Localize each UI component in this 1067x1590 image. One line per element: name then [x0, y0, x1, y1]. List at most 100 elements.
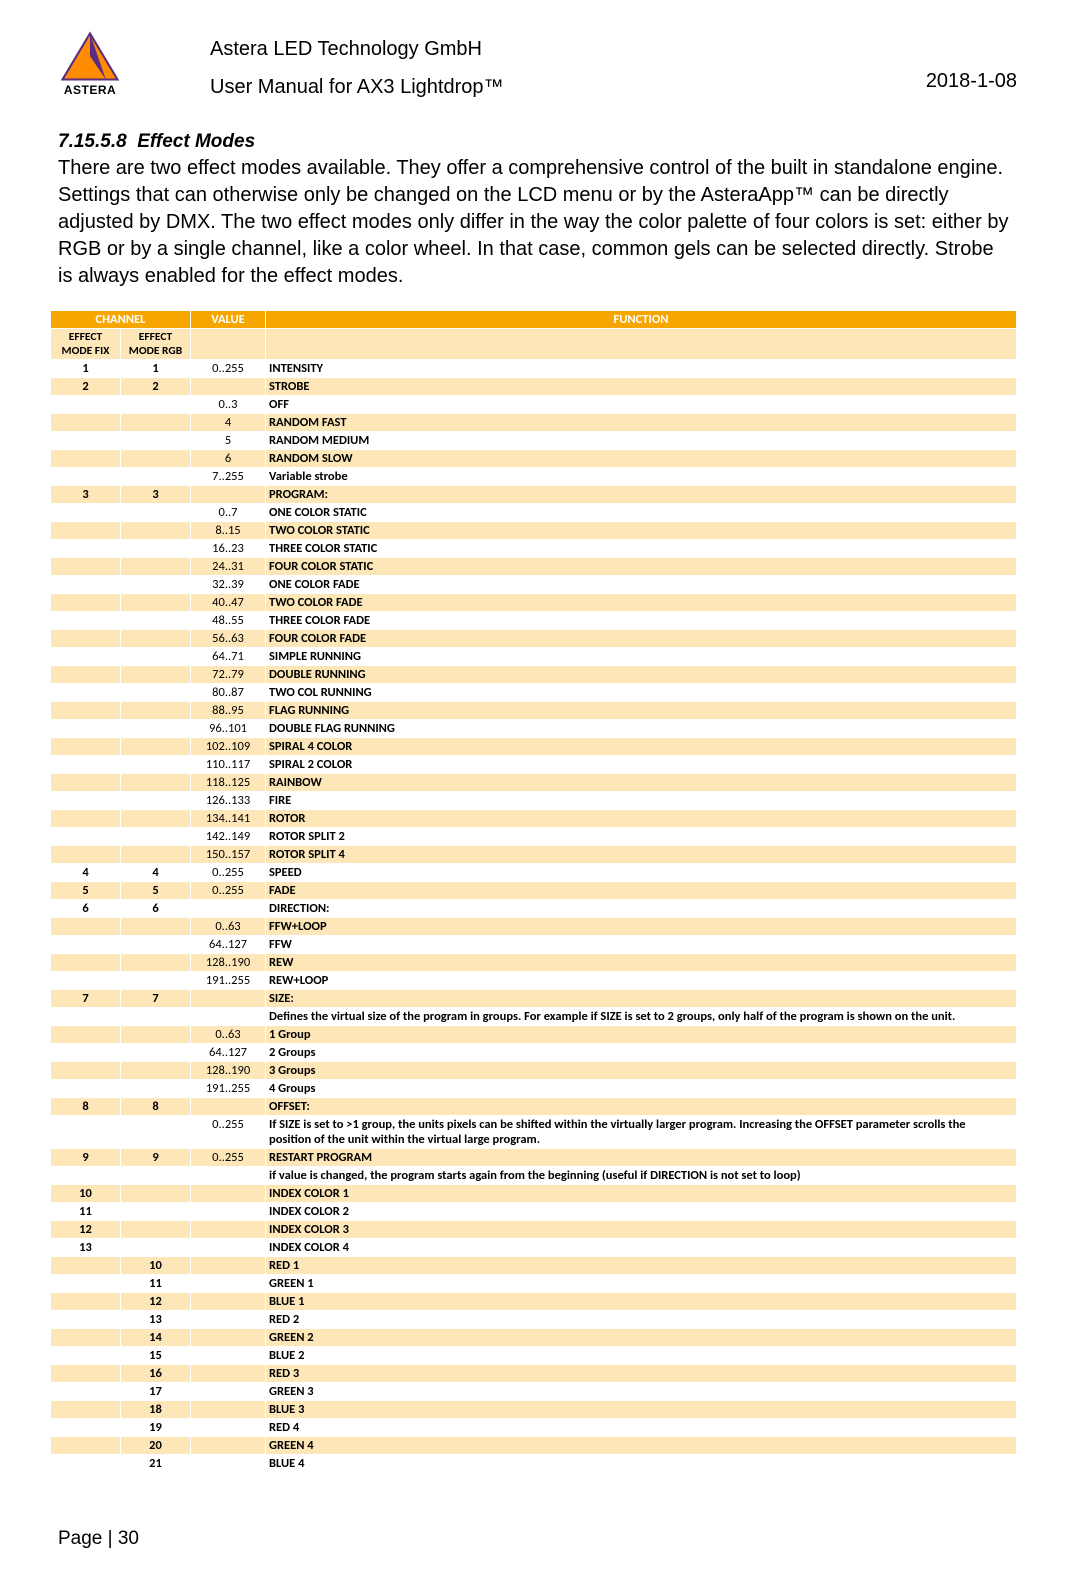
cell-function: FOUR COLOR STATIC — [266, 558, 1017, 576]
cell-fix — [51, 540, 121, 558]
cell-value: 0..7 — [191, 504, 266, 522]
cell-value: 32..39 — [191, 576, 266, 594]
table-row: 128..190REW — [51, 954, 1017, 972]
cell-value — [191, 1401, 266, 1419]
table-row: 550..255FADE — [51, 882, 1017, 900]
cell-function: RANDOM SLOW — [266, 450, 1017, 468]
cell-value — [191, 1008, 266, 1026]
cell-rgb — [121, 594, 191, 612]
cell-rgb: 5 — [121, 882, 191, 900]
company-name: Astera LED Technology GmbH — [210, 30, 897, 68]
cell-value — [191, 486, 266, 504]
cell-value — [191, 990, 266, 1008]
table-row: 18BLUE 3 — [51, 1401, 1017, 1419]
cell-function: RED 2 — [266, 1311, 1017, 1329]
table-row: 48..55THREE COLOR FADE — [51, 612, 1017, 630]
product-name: User Manual for AX3 Lightdrop™ — [210, 68, 897, 106]
table-row: 64..127FFW — [51, 936, 1017, 954]
cell-value: 0..255 — [191, 882, 266, 900]
cell-rgb — [121, 828, 191, 846]
cell-rgb — [121, 1203, 191, 1221]
col-value: VALUE — [191, 311, 266, 329]
cell-fix — [51, 846, 121, 864]
table-row: 5RANDOM MEDIUM — [51, 432, 1017, 450]
cell-value — [191, 1347, 266, 1365]
cell-function: ROTOR SPLIT 4 — [266, 846, 1017, 864]
cell-function: TWO COLOR FADE — [266, 594, 1017, 612]
cell-value: 16..23 — [191, 540, 266, 558]
cell-value: 64..127 — [191, 1044, 266, 1062]
table-row: 15BLUE 2 — [51, 1347, 1017, 1365]
cell-value — [191, 1275, 266, 1293]
cell-value: 150..157 — [191, 846, 266, 864]
cell-fix: 1 — [51, 360, 121, 378]
cell-rgb: 8 — [121, 1098, 191, 1116]
cell-fix — [51, 1311, 121, 1329]
cell-value — [191, 1221, 266, 1239]
cell-value: 40..47 — [191, 594, 266, 612]
table-row: 191..2554 Groups — [51, 1080, 1017, 1098]
cell-function: ROTOR SPLIT 2 — [266, 828, 1017, 846]
cell-function: INDEX COLOR 4 — [266, 1239, 1017, 1257]
cell-fix — [51, 1080, 121, 1098]
cell-function: SIZE: — [266, 990, 1017, 1008]
cell-fix — [51, 936, 121, 954]
cell-rgb — [121, 774, 191, 792]
cell-fix: 12 — [51, 1221, 121, 1239]
cell-fix — [51, 774, 121, 792]
page-footer: Page | 30 — [58, 1528, 1017, 1550]
cell-fix: 8 — [51, 1098, 121, 1116]
cell-function: SPEED — [266, 864, 1017, 882]
cell-fix — [51, 1383, 121, 1401]
cell-value: 0..255 — [191, 360, 266, 378]
cell-fix — [51, 504, 121, 522]
cell-fix — [51, 1026, 121, 1044]
cell-value: 88..95 — [191, 702, 266, 720]
cell-rgb — [121, 558, 191, 576]
cell-rgb: 1 — [121, 360, 191, 378]
cell-fix: 3 — [51, 486, 121, 504]
cell-value: 0..255 — [191, 1149, 266, 1167]
cell-fix — [51, 720, 121, 738]
cell-rgb: 7 — [121, 990, 191, 1008]
cell-value: 7..255 — [191, 468, 266, 486]
cell-rgb — [121, 1221, 191, 1239]
table-row: 22STROBE — [51, 378, 1017, 396]
cell-function: ONE COLOR FADE — [266, 576, 1017, 594]
table-row: 72..79DOUBLE RUNNING — [51, 666, 1017, 684]
table-row: 191..255REW+LOOP — [51, 972, 1017, 990]
table-row: 128..1903 Groups — [51, 1062, 1017, 1080]
cell-rgb — [121, 936, 191, 954]
table-row: 13INDEX COLOR 4 — [51, 1239, 1017, 1257]
cell-fix — [51, 972, 121, 990]
cell-fix — [51, 1347, 121, 1365]
table-row: 0..255If SIZE is set to >1 group, the un… — [51, 1116, 1017, 1149]
cell-function: REW — [266, 954, 1017, 972]
cell-fix — [51, 522, 121, 540]
cell-rgb — [121, 1185, 191, 1203]
cell-value: 6 — [191, 450, 266, 468]
cell-function: FOUR COLOR FADE — [266, 630, 1017, 648]
cell-function: RANDOM FAST — [266, 414, 1017, 432]
cell-fix: 6 — [51, 900, 121, 918]
cell-fix — [51, 1257, 121, 1275]
table-row: 19RED 4 — [51, 1419, 1017, 1437]
table-row: 80..87TWO COL RUNNING — [51, 684, 1017, 702]
cell-value: 24..31 — [191, 558, 266, 576]
cell-rgb — [121, 792, 191, 810]
cell-value: 64..71 — [191, 648, 266, 666]
cell-rgb — [121, 666, 191, 684]
cell-function: 4 Groups — [266, 1080, 1017, 1098]
cell-fix — [51, 1293, 121, 1311]
table-row: 10INDEX COLOR 1 — [51, 1185, 1017, 1203]
table-row: 88OFFSET: — [51, 1098, 1017, 1116]
cell-value: 0..255 — [191, 1116, 266, 1149]
document-date: 2018-1-08 — [897, 30, 1017, 93]
cell-value: 102..109 — [191, 738, 266, 756]
table-row: 12INDEX COLOR 3 — [51, 1221, 1017, 1239]
cell-rgb — [121, 576, 191, 594]
cell-fix: 4 — [51, 864, 121, 882]
cell-fix — [51, 468, 121, 486]
cell-function: FADE — [266, 882, 1017, 900]
cell-value: 191..255 — [191, 1080, 266, 1098]
